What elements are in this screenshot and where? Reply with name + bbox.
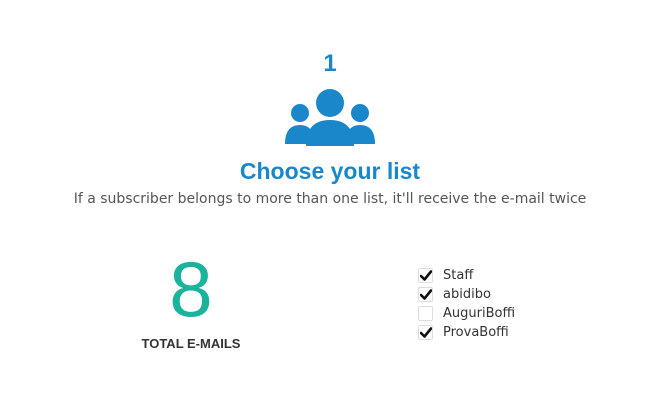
page-title: Choose your list [239,158,421,184]
list-label: Staff [443,268,474,283]
total-emails-label: TOTAL E-MAILS [141,336,241,351]
page-subtitle: If a subscriber belongs to more than one… [73,191,587,207]
group-users-icon [285,89,375,146]
step-number: 1 [323,50,337,77]
list-checkbox[interactable] [418,325,433,340]
checkmark-icon [419,270,432,281]
checkmark-icon [419,289,432,300]
list-checkbox[interactable] [418,306,433,321]
list-item-auguriboffi[interactable]: AuguriBoffi [418,304,515,323]
list-label: AuguriBoffi [443,306,516,321]
checkmark-icon [419,327,432,338]
list-checkbox[interactable] [418,268,433,283]
list-item-provaboffi[interactable]: ProvaBoffi [418,323,515,342]
list-item-abidibo[interactable]: abidibo [418,285,515,304]
mailing-lists: Staff abidibo AuguriBoffi ProvaBoffi [418,266,515,342]
list-label: ProvaBoffi [443,325,509,340]
choose-list-step: 1 Choose your list If a subscriber belon… [0,0,656,411]
list-item-staff[interactable]: Staff [418,266,515,285]
list-label: abidibo [443,287,491,302]
list-checkbox[interactable] [418,287,433,302]
total-emails-count: 8 [169,245,213,333]
